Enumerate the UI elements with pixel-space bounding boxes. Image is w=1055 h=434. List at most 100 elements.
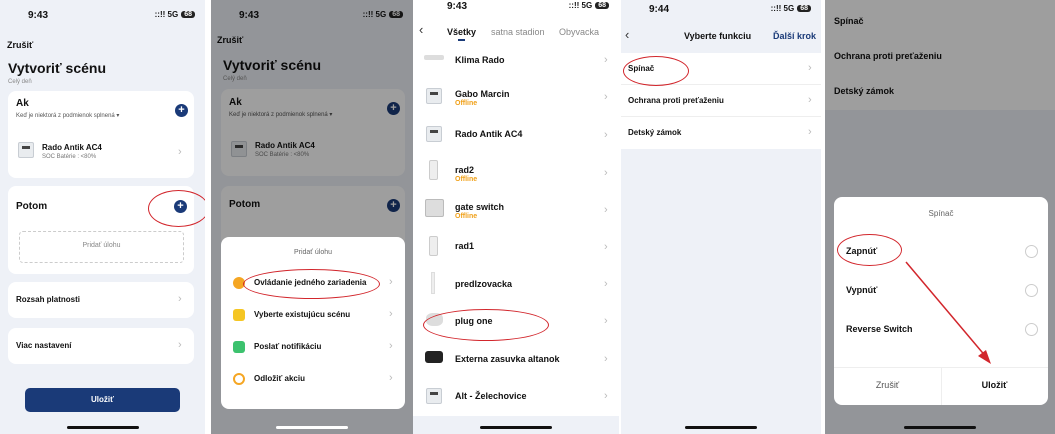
device-row[interactable]: Externa zasuvka altanok › — [413, 342, 619, 380]
function-label: Ochrana proti preťaženiu — [628, 96, 724, 105]
chevron-right-icon: › — [604, 129, 608, 141]
gate-switch-icon — [425, 199, 444, 217]
chevron-right-icon: › — [389, 308, 393, 320]
device-icon — [426, 388, 442, 404]
chevron-right-icon: › — [178, 339, 182, 351]
save-button[interactable]: Uložiť — [25, 388, 180, 412]
air-conditioner-icon — [424, 55, 444, 60]
offline-label: Offline — [455, 213, 478, 220]
check-square-icon — [233, 309, 245, 321]
chevron-right-icon: › — [604, 353, 608, 365]
home-indicator — [66, 426, 139, 429]
more-settings-row[interactable]: Viac nastavení › — [8, 328, 194, 364]
option-label: Vyberte existujúcu scénu — [254, 310, 351, 319]
radiator-valve-icon — [429, 160, 438, 180]
screen-add-task-sheet: 9:43 ::!! 5G 68 Zrušiť Vytvoriť scénu Cel… — [211, 0, 413, 434]
cancel-link[interactable]: Zrušiť — [7, 40, 33, 50]
home-indicator — [904, 426, 976, 429]
validity-row[interactable]: Rozsah platnosti › — [8, 282, 194, 318]
chevron-right-icon: › — [604, 315, 608, 327]
tab-all[interactable]: Všetky — [447, 27, 476, 37]
condition-device-name[interactable]: Rado Antik AC4 — [42, 143, 102, 152]
message-icon — [233, 341, 245, 353]
chevron-right-icon: › — [178, 293, 182, 305]
if-title: Ak — [16, 98, 29, 109]
page-title: Vyberte funkciu — [684, 31, 752, 41]
if-condition-mode[interactable]: Keď je niektorá z podmienok splnená ▾ — [16, 112, 119, 119]
chevron-right-icon: › — [389, 372, 393, 384]
add-task-placeholder[interactable]: Pridať úlohu — [19, 231, 184, 263]
device-row[interactable]: Gabo Marcin Offline › — [413, 80, 619, 118]
chevron-right-icon: › — [808, 94, 812, 106]
then-title: Potom — [16, 201, 48, 212]
option-existing-scene[interactable]: Vyberte existujúcu scénu › — [221, 299, 405, 331]
battery-icon: 68 — [595, 2, 609, 9]
annotation-arrow — [905, 261, 991, 364]
chevron-right-icon: › — [178, 146, 182, 158]
device-row[interactable]: rad1 › — [413, 230, 619, 268]
radiator-valve-icon — [429, 236, 438, 256]
device-row[interactable]: Rado Antik AC4 › — [413, 118, 619, 156]
tab-obyvacka[interactable]: Obyvacka — [559, 27, 599, 37]
next-step-button[interactable]: Ďalší krok — [773, 31, 816, 41]
signal-indicator: ::!! 5G 68 — [155, 10, 195, 19]
clock: 9:43 — [447, 1, 468, 12]
home-indicator — [685, 426, 757, 429]
device-row[interactable]: Klima Rado › — [413, 43, 619, 81]
home-indicator — [480, 426, 552, 429]
add-condition-button[interactable]: + — [175, 104, 188, 117]
annotation-circle — [623, 56, 689, 86]
device-name: rad2 — [455, 165, 475, 175]
function-overload-protection[interactable]: Ochrana proti preťaženiu › — [621, 85, 821, 117]
validity-label: Rozsah platnosti — [16, 295, 81, 304]
device-row[interactable]: rad2 Offline › — [413, 156, 619, 194]
clock-icon — [233, 373, 245, 385]
back-icon[interactable]: ‹ — [419, 22, 423, 37]
screen-device-list: 9:43 ::!! 5G 68 ‹ Všetky satna stadion Ob… — [413, 0, 619, 434]
chevron-right-icon: › — [604, 204, 608, 216]
chevron-right-icon: › — [389, 340, 393, 352]
annotation-circle — [423, 309, 549, 341]
clock: 9:44 — [649, 4, 670, 15]
chevron-right-icon: › — [604, 278, 608, 290]
chevron-right-icon: › — [808, 62, 812, 74]
status-bar: 9:43 ::!! 5G 68 — [0, 8, 205, 24]
annotation-circle — [243, 269, 380, 299]
power-strip-icon — [431, 272, 435, 294]
offline-label: Offline — [455, 176, 478, 183]
screen-switch-dialog: Spínač Ochrana proti preťaženiu Detský z… — [825, 0, 1055, 434]
more-settings-label: Viac nastavení — [16, 341, 72, 350]
option-send-notification[interactable]: Poslať notifikáciu › — [221, 331, 405, 363]
add-task-sheet: Pridať úlohu Ovládanie jedného zariadeni… — [221, 237, 405, 409]
back-icon[interactable]: ‹ — [625, 27, 629, 42]
add-task-label: Pridať úlohu — [82, 242, 121, 249]
clock: 9:43 — [28, 10, 49, 21]
screen-select-function: 9:44 ::!! 5G 68 ‹ Vyberte funkciu Ďalší k… — [621, 0, 821, 434]
device-name: Alt - Želechovice — [455, 391, 527, 401]
condition-card: Ak Keď je niektorá z podmienok splnená ▾… — [8, 91, 194, 178]
device-row[interactable]: gate switch Offline › — [413, 193, 619, 231]
bottom-area — [413, 416, 619, 434]
battery-icon: 68 — [181, 11, 195, 18]
chevron-right-icon: › — [604, 390, 608, 402]
condition-device-value: SOC Batérie : <80% — [42, 154, 97, 160]
function-child-lock[interactable]: Detský zámok › — [621, 117, 821, 149]
chevron-right-icon: › — [389, 276, 393, 288]
annotation-circle — [148, 190, 205, 227]
device-name: predlzovacka — [455, 279, 513, 289]
device-row[interactable]: predlzovacka › — [413, 267, 619, 305]
device-row[interactable]: Alt - Želechovice › — [413, 379, 619, 417]
tab-satna-stadion[interactable]: satna stadion — [491, 27, 545, 37]
option-label: Odložiť akciu — [254, 374, 305, 383]
function-label: Detský zámok — [628, 128, 682, 137]
chevron-right-icon: › — [604, 91, 608, 103]
device-icon — [426, 126, 442, 142]
option-delay-action[interactable]: Odložiť akciu › — [221, 363, 405, 395]
device-name: Klima Rado — [455, 55, 505, 65]
device-icon — [426, 88, 442, 104]
chevron-right-icon: › — [604, 54, 608, 66]
sheet-title: Pridať úlohu — [293, 249, 333, 256]
page-subtitle: Celý deň — [8, 79, 32, 85]
device-name: rad1 — [455, 241, 475, 251]
device-icon — [18, 142, 34, 158]
